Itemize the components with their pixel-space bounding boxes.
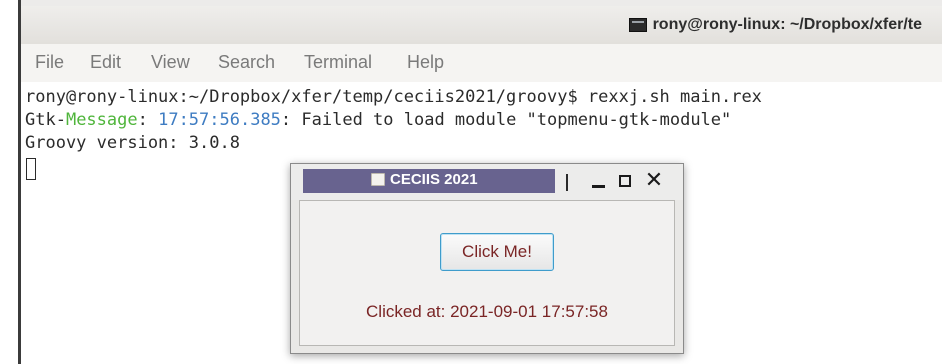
titlebar-separator xyxy=(566,174,568,191)
timestamp: 17:57:56.385 xyxy=(158,110,281,130)
menu-view[interactable]: View xyxy=(151,52,190,73)
dialog-content: Click Me! Clicked at: 2021-09-01 17:57:5… xyxy=(299,200,675,346)
dialog-title-text: CECIIS 2021 xyxy=(390,171,478,188)
colon-sep: : xyxy=(137,110,159,130)
message-word: Message xyxy=(65,110,138,130)
terminal-icon xyxy=(628,18,647,32)
window-left-edge xyxy=(0,0,22,364)
maximize-icon xyxy=(619,175,631,187)
close-icon: ✕ xyxy=(644,168,664,193)
menu-terminal[interactable]: Terminal xyxy=(304,52,372,73)
dialog-titlebar[interactable]: CECIIS 2021 ✕ xyxy=(291,164,683,200)
titlebar-top-strip xyxy=(21,0,942,6)
terminal-line-command: rony@rony-linux:~/Dropbox/xfer/temp/ceci… xyxy=(25,87,762,107)
menu-edit[interactable]: Edit xyxy=(90,52,121,73)
terminal-cursor xyxy=(26,158,36,180)
menu-search[interactable]: Search xyxy=(218,52,275,73)
ceciis-dialog: CECIIS 2021 ✕ Click Me! Clicked at: 2021… xyxy=(290,163,684,354)
click-me-button[interactable]: Click Me! xyxy=(440,233,554,271)
minimize-button[interactable] xyxy=(587,168,609,194)
terminal-title: rony@rony-linux: ~/Dropbox/xfer/te xyxy=(628,16,922,34)
terminal-titlebar[interactable]: rony@rony-linux: ~/Dropbox/xfer/te xyxy=(21,0,942,45)
dialog-title: CECIIS 2021 xyxy=(371,171,478,188)
menu-file[interactable]: File xyxy=(35,52,64,73)
maximize-button[interactable] xyxy=(614,168,636,194)
gtk-prefix: Gtk- xyxy=(25,110,66,130)
terminal-line-groovy-version: Groovy version: 3.0.8 xyxy=(25,133,240,153)
gtk-message-text: : Failed to load module "topmenu-gtk-mod… xyxy=(280,110,732,130)
minimize-icon xyxy=(591,184,605,188)
clicked-at-label: Clicked at: 2021-09-01 17:57:58 xyxy=(366,302,608,321)
close-button[interactable]: ✕ xyxy=(643,168,665,194)
terminal-line-gtk-message: Gtk-Message: 17:57:56.385: Failed to loa… xyxy=(25,109,731,132)
app-icon xyxy=(371,173,385,186)
terminal-menubar: File Edit View Search Terminal Help xyxy=(21,44,942,82)
terminal-title-text: rony@rony-linux: ~/Dropbox/xfer/te xyxy=(652,16,922,33)
menu-help[interactable]: Help xyxy=(407,52,444,73)
